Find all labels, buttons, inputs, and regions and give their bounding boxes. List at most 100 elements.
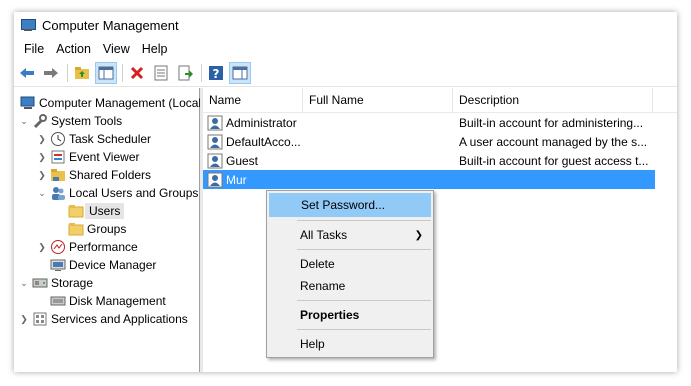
task-scheduler-icon [50,131,66,147]
column-header-name[interactable]: Name [203,88,303,112]
show-action-pane-icon[interactable] [229,62,251,84]
tree-item-system-tools[interactable]: ⌄ System Tools [14,112,199,130]
submenu-arrow-icon: ❯ [414,229,423,241]
tree-item-disk-management[interactable]: Disk Management [14,292,199,310]
user-name-cell: Mur [203,172,453,188]
storage-icon [32,275,48,291]
menu-view[interactable]: View [97,42,136,56]
toolbar: ? [14,60,677,87]
properties-icon[interactable] [150,62,172,84]
user-name-cell: Guest [203,153,453,169]
menu-item-rename[interactable]: Rename [267,275,433,297]
user-icon [207,134,223,150]
menu-help[interactable]: Help [136,42,174,56]
tree-item-label: Groups [87,222,127,236]
tree-item-shared-folders[interactable]: ❯ Shared Folders [14,166,199,184]
menu-separator [297,300,431,301]
column-header-description[interactable]: Description [453,88,653,112]
user-icon [207,172,223,188]
tree-item-users[interactable]: Users [14,202,199,220]
computer-management-icon [20,17,36,33]
user-icon [207,153,223,169]
disk-management-icon [50,293,66,309]
tree-item-label: Event Viewer [69,150,140,164]
tree-item-label: Users [85,203,125,219]
tree-item-services-and-applications[interactable]: ❯ Services and Applications [14,310,199,328]
user-name-cell: DefaultAcco... [203,134,453,150]
performance-icon [50,239,66,255]
services-icon [32,311,48,327]
svg-text:?: ? [213,67,220,81]
user-row[interactable]: Guest Built-in account for guest access t… [203,151,677,170]
chevron-down-icon[interactable]: ⌄ [18,116,30,127]
tree-item-label: Computer Management (Local [39,96,202,110]
context-menu: Set Password... All Tasks ❯ Delete Renam… [266,190,434,358]
menu-item-all-tasks[interactable]: All Tasks ❯ [267,224,433,246]
tree-item-groups[interactable]: Groups [14,220,199,238]
title-bar: Computer Management [14,12,677,38]
menu-separator [297,220,431,221]
user-row[interactable]: DefaultAcco... A user account managed by … [203,132,677,151]
chevron-right-icon[interactable]: ❯ [18,314,30,325]
help-icon[interactable]: ? [205,62,227,84]
computer-management-window: Computer Management File Action View Hel… [14,12,677,372]
user-name: Mur [226,172,247,187]
menu-item-help[interactable]: Help [267,333,433,355]
user-name: Guest [226,153,259,168]
tree-item-label: Disk Management [69,294,166,308]
tree-item-storage[interactable]: ⌄ Storage [14,274,199,292]
chevron-down-icon[interactable]: ⌄ [36,188,48,199]
tree-item-label: Services and Applications [51,312,188,326]
device-manager-icon [50,257,66,273]
tree-item-label: Storage [51,276,94,290]
tree-item-label: Device Manager [69,258,157,272]
user-row[interactable]: Mur [203,170,655,189]
menu-bar: File Action View Help [14,38,677,60]
user-icon [207,115,223,131]
chevron-right-icon[interactable]: ❯ [36,242,48,253]
chevron-right-icon[interactable]: ❯ [36,170,48,181]
users-list: Administrator Built-in account for admini… [203,113,677,189]
menu-file[interactable]: File [18,42,50,56]
user-description: Built-in account for guest access t... [459,153,649,168]
tree-item-computer-management-local[interactable]: Computer Management (Local [14,94,202,112]
chevron-right-icon[interactable]: ❯ [36,152,48,163]
menu-item-all-tasks-label: All Tasks [300,228,348,242]
tree-item-event-viewer[interactable]: ❯ Event Viewer [14,148,199,166]
menu-action[interactable]: Action [50,42,97,56]
user-description: A user account managed by the s... [459,134,648,149]
tree-item-task-scheduler[interactable]: ❯ Task Scheduler [14,130,199,148]
chevron-down-icon[interactable]: ⌄ [18,278,30,289]
back-arrow-icon[interactable] [16,62,38,84]
system-tools-icon [32,113,48,129]
user-name-cell: Administrator [203,115,453,131]
menu-item-delete[interactable]: Delete [267,253,433,275]
user-description: Built-in account for administering... [459,115,644,130]
up-folder-icon[interactable] [71,62,93,84]
tree-item-performance[interactable]: ❯ Performance [14,238,199,256]
forward-arrow-icon[interactable] [40,62,62,84]
tree-item-label: System Tools [51,114,123,128]
user-name: DefaultAcco... [226,134,301,149]
tree-item-label: Task Scheduler [69,132,152,146]
column-header-full-name[interactable]: Full Name [303,88,453,112]
event-viewer-icon [50,149,66,165]
shared-folders-icon [50,167,66,183]
user-name: Administrator [226,115,297,130]
export-list-icon[interactable] [174,62,196,84]
show-hide-tree-icon[interactable] [95,62,117,84]
tree-item-device-manager[interactable]: Device Manager [14,256,199,274]
local-users-icon [50,185,66,201]
tree-item-label: Local Users and Groups [69,186,199,200]
menu-item-set-password[interactable]: Set Password... [269,193,431,217]
column-headers: Name Full Name Description [203,88,677,113]
menu-separator [297,329,431,330]
menu-item-properties[interactable]: Properties [267,304,433,326]
navigation-tree: Computer Management (Local ⌄ System Tools ❯… [14,88,202,372]
user-row[interactable]: Administrator Built-in account for admini… [203,113,677,132]
tree-item-label: Performance [69,240,138,254]
delete-icon[interactable] [126,62,148,84]
tree-item-local-users-and-groups[interactable]: ⌄ Local Users and Groups [14,184,199,202]
folder-icon [68,203,84,219]
chevron-right-icon[interactable]: ❯ [36,134,48,145]
